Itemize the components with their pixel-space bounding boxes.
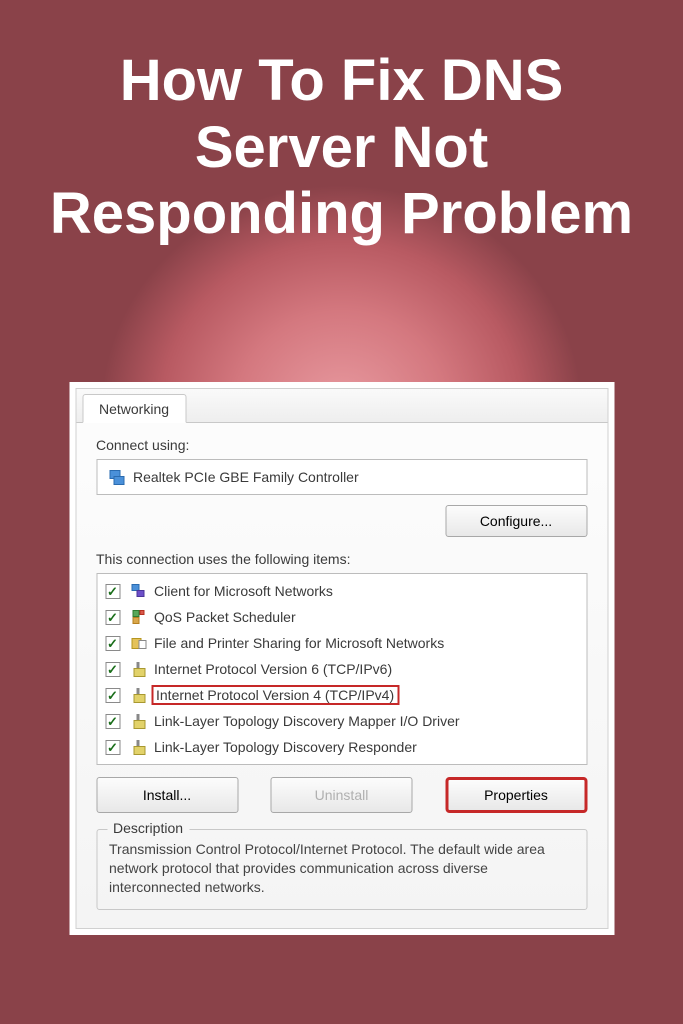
list-item[interactable]: Link-Layer Topology Discovery Responder [97,734,586,760]
list-item[interactable]: QoS Packet Scheduler [97,604,586,630]
file-sharing-icon [128,634,146,652]
protocol-icon [128,712,146,730]
checkbox-icon[interactable] [105,662,120,677]
list-item[interactable]: Client for Microsoft Networks [97,578,586,604]
checkbox-icon[interactable] [105,636,120,651]
checkbox-icon[interactable] [105,688,120,703]
tab-strip: Networking [76,389,607,423]
list-item-label: QoS Packet Scheduler [154,609,296,625]
qos-icon [128,608,146,626]
list-item-label: Internet Protocol Version 4 (TCP/IPv4) [151,685,399,705]
list-item[interactable]: Internet Protocol Version 6 (TCP/IPv6) [97,656,586,682]
adapter-field[interactable]: Realtek PCIe GBE Family Controller [96,459,587,495]
list-item[interactable]: Link-Layer Topology Discovery Mapper I/O… [97,708,586,734]
list-item[interactable]: File and Printer Sharing for Microsoft N… [97,630,586,656]
checkbox-icon[interactable] [105,610,120,625]
protocol-icon [128,660,146,678]
list-item-label: Internet Protocol Version 6 (TCP/IPv6) [154,661,392,677]
checkbox-icon[interactable] [105,584,120,599]
list-item-ipv4[interactable]: Internet Protocol Version 4 (TCP/IPv4) [97,682,586,708]
uninstall-button: Uninstall [271,777,413,813]
network-adapter-icon [107,468,125,486]
protocol-icon [128,738,146,756]
properties-button[interactable]: Properties [445,777,587,813]
checkbox-icon[interactable] [105,740,120,755]
dialog-container: Networking Connect using: Realtek PCIe G… [69,382,614,935]
adapter-name-text: Realtek PCIe GBE Family Controller [133,469,359,485]
tab-networking[interactable]: Networking [82,394,186,423]
connection-items-list: Client for Microsoft Networks QoS Packet… [96,573,587,765]
list-item-label: File and Printer Sharing for Microsoft N… [154,635,444,651]
checkbox-icon[interactable] [105,714,120,729]
install-button[interactable]: Install... [96,777,238,813]
description-group: Description Transmission Control Protoco… [96,829,587,910]
client-icon [128,582,146,600]
description-text: Transmission Control Protocol/Internet P… [109,840,574,897]
configure-button[interactable]: Configure... [445,505,587,537]
description-group-title: Description [107,820,189,836]
connect-using-label: Connect using: [96,437,587,453]
list-item-label: Link-Layer Topology Discovery Responder [154,739,417,755]
tab-panel: Connect using: Realtek PCIe GBE Family C… [76,423,607,928]
list-item-label: Client for Microsoft Networks [154,583,333,599]
properties-dialog: Networking Connect using: Realtek PCIe G… [75,388,608,929]
protocol-icon [128,686,146,704]
list-item-label: Link-Layer Topology Discovery Mapper I/O… [154,713,460,729]
page-title: How To Fix DNS Server Not Responding Pro… [0,48,683,248]
items-list-label: This connection uses the following items… [96,551,587,567]
